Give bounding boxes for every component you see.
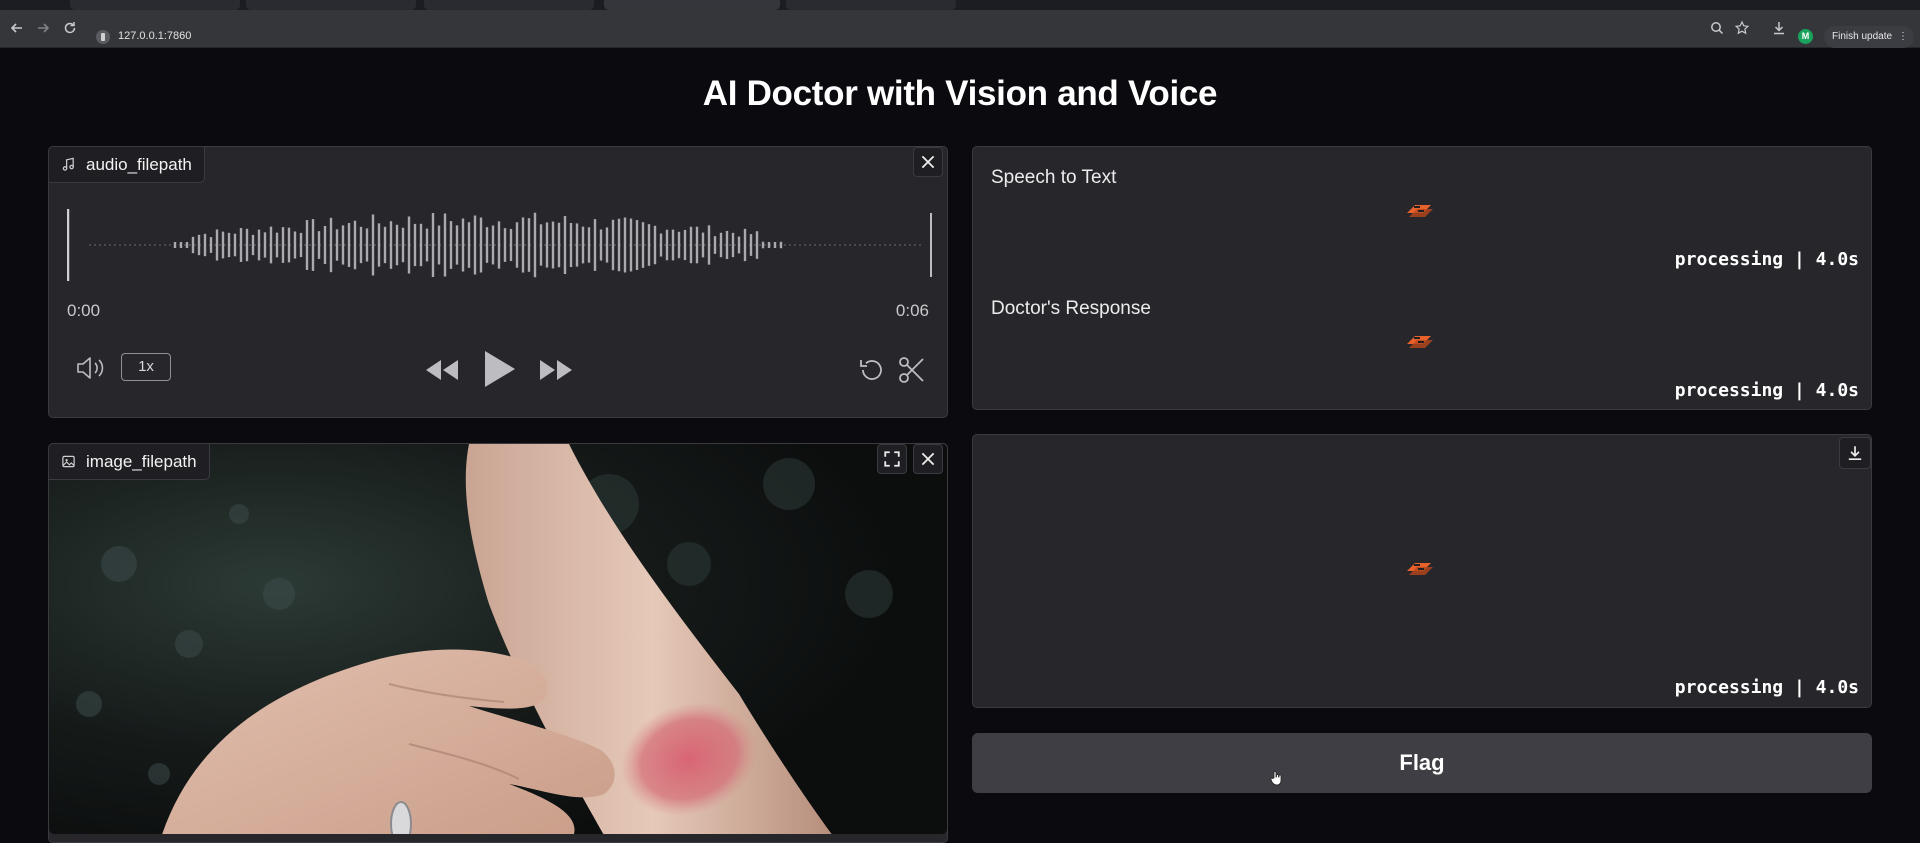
browser-tab[interactable] (70, 0, 240, 10)
doctors-response-label: Doctor's Response (991, 298, 1151, 319)
play-icon[interactable] (481, 348, 517, 390)
fullscreen-icon (884, 451, 900, 467)
trim-scissors-icon[interactable] (897, 355, 927, 385)
close-icon (921, 155, 935, 169)
url-text: 127.0.0.1:7860 (118, 30, 192, 42)
site-info-icon[interactable] (96, 30, 110, 44)
fast-forward-icon[interactable] (537, 357, 575, 383)
reload-icon[interactable] (62, 20, 78, 36)
loading-spinner-icon (1407, 336, 1433, 348)
browser-toolbar: 127.0.0.1:7860 M Finish update ⋮ (0, 10, 1920, 48)
flag-button[interactable]: Flag (972, 733, 1872, 793)
audio-current-time: 0:00 (67, 301, 101, 320)
image-label: image_filepath (86, 451, 197, 471)
close-icon (921, 452, 935, 466)
loading-spinner-icon (1407, 205, 1433, 217)
profile-avatar[interactable]: M (1798, 29, 1813, 44)
audio-output-panel: processing | 4.0s (972, 434, 1872, 708)
audio-clear-button[interactable] (913, 147, 943, 177)
download-button[interactable] (1839, 437, 1871, 469)
forward-arrow-icon[interactable] (35, 20, 51, 36)
kebab-menu-icon[interactable]: ⋮ (1898, 26, 1908, 48)
music-note-icon (62, 157, 74, 171)
speech-to-text-label: Speech to Text (991, 167, 1117, 188)
image-clear-button[interactable] (913, 444, 943, 474)
bookmark-star-icon[interactable] (1734, 20, 1750, 36)
hand-cursor-icon (1270, 771, 1282, 786)
speech-to-text-status: processing | 4.0s (1674, 249, 1859, 270)
browser-tab[interactable] (424, 0, 594, 10)
undo-reset-icon[interactable] (857, 355, 887, 385)
audio-waveform[interactable] (67, 203, 933, 287)
address-bar[interactable]: 127.0.0.1:7860 (90, 26, 390, 48)
browser-tab[interactable] (246, 0, 416, 10)
audio-label-chip: audio_filepath (49, 147, 205, 183)
audio-duration: 0:06 (895, 301, 929, 320)
loading-spinner-icon (1407, 563, 1433, 575)
playback-speed-button[interactable]: 1x (121, 353, 171, 381)
rewind-icon[interactable] (423, 357, 461, 383)
image-icon (62, 455, 75, 468)
download-icon (1848, 446, 1862, 461)
zoom-icon[interactable] (1709, 20, 1725, 36)
image-fullscreen-button[interactable] (877, 444, 907, 474)
browser-tab-strip (0, 0, 1920, 10)
audio-output-status: processing | 4.0s (1674, 677, 1859, 698)
image-input-panel: image_filepath (48, 443, 948, 843)
downloads-icon[interactable] (1771, 20, 1787, 36)
doctors-response-status: processing | 4.0s (1674, 380, 1859, 401)
text-outputs-panel: Speech to Text processing | 4.0s Doctor'… (972, 146, 1872, 410)
finish-update-button[interactable]: Finish update ⋮ (1824, 26, 1914, 48)
browser-tab[interactable] (786, 0, 956, 10)
image-label-chip: image_filepath (49, 444, 210, 480)
finish-update-label: Finish update (1832, 31, 1893, 42)
audio-input-panel: audio_filepath 0:00 0:06 1x (48, 146, 948, 418)
page-title: AI Doctor with Vision and Voice (702, 74, 1218, 113)
back-arrow-icon[interactable] (9, 20, 25, 36)
uploaded-image (49, 444, 947, 834)
audio-label: audio_filepath (86, 154, 192, 174)
browser-tab-active[interactable] (604, 0, 780, 10)
volume-icon[interactable] (75, 355, 107, 381)
skin-rash-photo (49, 444, 947, 834)
